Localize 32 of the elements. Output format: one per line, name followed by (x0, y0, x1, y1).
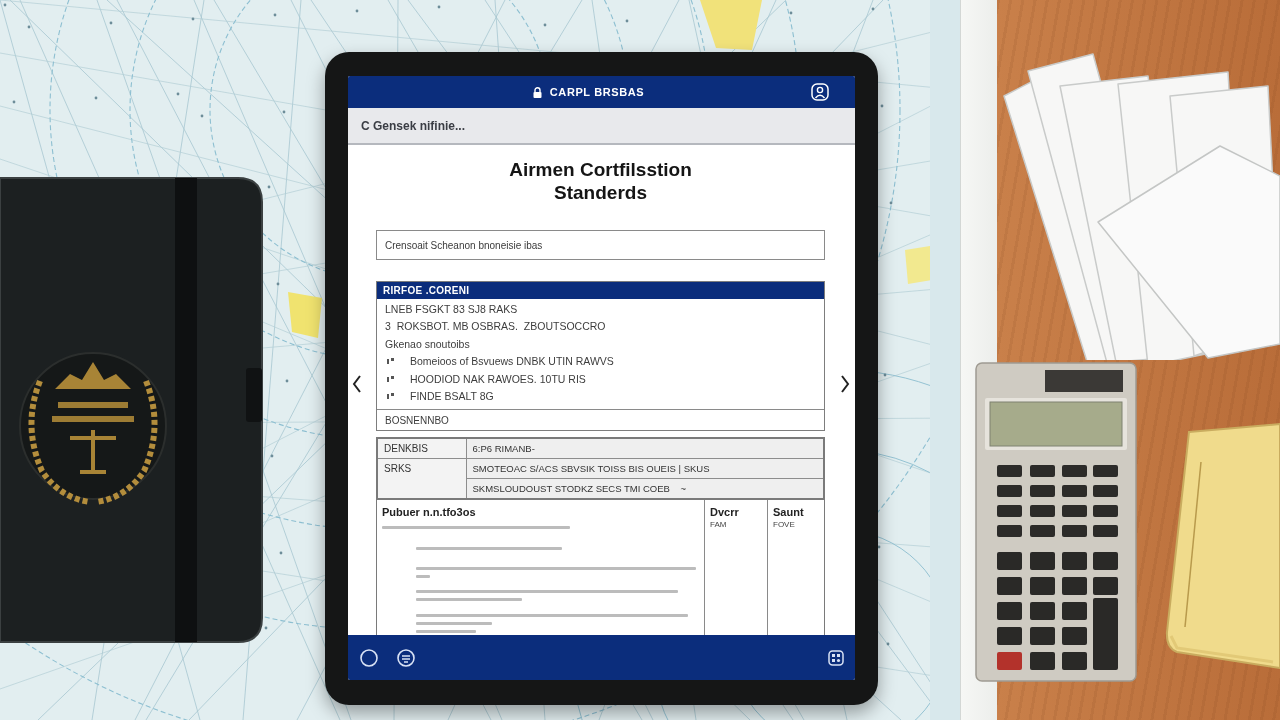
user-icon[interactable] (811, 83, 829, 101)
section-line-text: Bomeioos of Bsvuews DNBK UTIN RAWVS (410, 355, 614, 368)
address-text: C Gensek nifinie... (361, 118, 466, 133)
section-footer-text: BOSNENNBO (385, 414, 449, 426)
column-subheading: FOVE (773, 519, 796, 529)
text-input-field[interactable]: Crensoait Scheanon bnoneisie ibas (376, 230, 825, 260)
lock-icon (532, 86, 542, 98)
table-label-cell: DENKBIS (377, 438, 466, 459)
bullet-icon (387, 358, 394, 365)
bullet-icon (387, 375, 394, 382)
grid-icon[interactable] (828, 649, 844, 666)
section-line-text: LNEB FSGKT 83 SJ8 RAKS (385, 302, 518, 315)
app-title: CARPL BRSBAS (549, 86, 645, 98)
blurred-text-line (416, 629, 476, 633)
column-heading: Dvcrr (710, 505, 740, 518)
page-heading: Airmen Cortfilsstion Standerds (508, 158, 693, 204)
section-line-text: Gkenao snoutoibs (385, 337, 470, 350)
table-cell: 6:P6 RIMANB- (466, 438, 824, 459)
table-label-cell: SRKS (377, 458, 466, 499)
chevron-left-icon[interactable] (352, 374, 362, 394)
section-line-text: HOODIOD NAK RAWOES. 10TU RIS (410, 372, 586, 385)
column-subheading: FAM (710, 519, 728, 529)
bullet-icon (387, 393, 394, 400)
chevron-right-icon[interactable] (840, 374, 850, 394)
blurred-text-line (416, 574, 430, 578)
circle-icon[interactable] (360, 648, 378, 667)
section-header: RIRFOE .CORENI (377, 282, 824, 299)
column-heading: Pubuer n.n.tfo3os (382, 505, 477, 518)
column-heading: Saunt (773, 505, 805, 518)
section-line-text: 3 ROKSBOT. MB OSBRAS. ZBOUTSOCCRO (385, 320, 606, 333)
chat-bubble-icon[interactable] (397, 648, 415, 667)
section-line-text: FINDE BSALT 8G (410, 390, 494, 403)
